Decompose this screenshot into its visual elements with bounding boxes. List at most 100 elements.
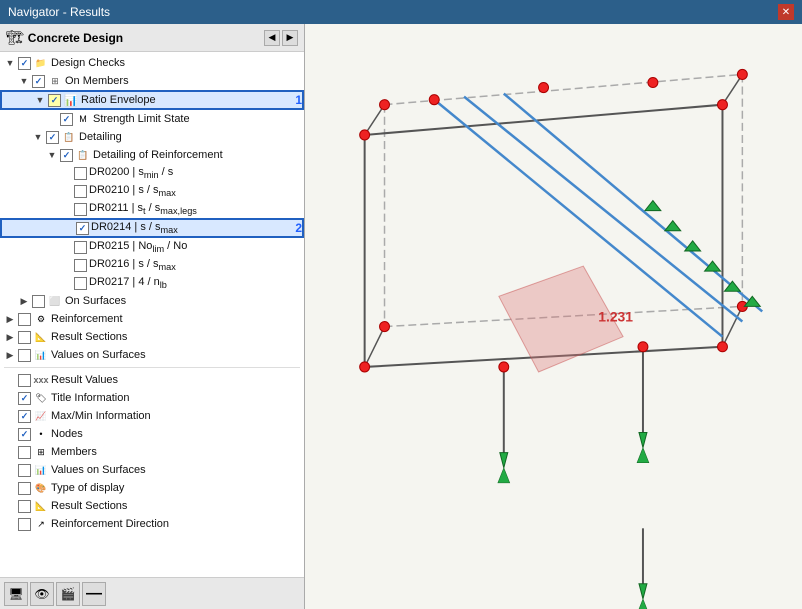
- expand-design-checks[interactable]: [4, 57, 16, 69]
- label-detailing: Detailing: [79, 131, 304, 143]
- tree-item-maxmin-info[interactable]: 📈 Max/Min Information: [0, 407, 304, 425]
- checkbox-reinf-direction[interactable]: [18, 518, 31, 531]
- checkbox-detailing[interactable]: [46, 131, 59, 144]
- expand-dr0217: [60, 277, 72, 289]
- tree-item-detailing[interactable]: 📋 Detailing: [0, 128, 304, 146]
- checkbox-on-surfaces[interactable]: [32, 295, 45, 308]
- checkbox-dr0215[interactable]: [74, 241, 87, 254]
- tree-item-nodes[interactable]: • Nodes: [0, 425, 304, 443]
- tree-item-on-surfaces[interactable]: ⬜ On Surfaces: [0, 292, 304, 310]
- checkbox-dr0210[interactable]: [74, 185, 87, 198]
- expand-detailing-reinf[interactable]: [46, 149, 58, 161]
- checkbox-values-surfaces2[interactable]: [18, 464, 31, 477]
- expand-dr0200: [60, 167, 72, 179]
- label-type-display: Type of display: [51, 482, 304, 494]
- expand-on-members[interactable]: [18, 75, 30, 87]
- label-result-sections: Result Sections: [51, 331, 304, 343]
- expand-members: [4, 446, 16, 458]
- tree-item-on-members[interactable]: ⊞ On Members: [0, 72, 304, 90]
- checkbox-values-surfaces[interactable]: [18, 349, 31, 362]
- tree-item-strength[interactable]: M Strength Limit State: [0, 110, 304, 128]
- tree-item-reinf-direction[interactable]: ↗ Reinforcement Direction: [0, 515, 304, 533]
- nodes-icon: •: [33, 427, 49, 441]
- label-dr0216: DR0216 | s / smax: [89, 258, 304, 272]
- tree-item-values-surfaces[interactable]: 📊 Values on Surfaces: [0, 346, 304, 364]
- checkbox-dr0200[interactable]: [74, 167, 87, 180]
- tree-item-dr0200[interactable]: DR0200 | smin / s: [0, 164, 304, 182]
- tree-item-dr0217[interactable]: DR0217 | 4 / nlb: [0, 274, 304, 292]
- checkbox-reinforcement[interactable]: [18, 313, 31, 326]
- tree-item-result-values[interactable]: xxx Result Values: [0, 371, 304, 389]
- label-on-members: On Members: [65, 75, 304, 87]
- expand-ratio-envelope[interactable]: [34, 94, 46, 106]
- checkbox-maxmin-info[interactable]: [18, 410, 31, 423]
- members2-icon: ⊞: [33, 445, 49, 459]
- checkbox-nodes[interactable]: [18, 428, 31, 441]
- checkbox-result-sections[interactable]: [18, 331, 31, 344]
- expand-maxmin-info: [4, 410, 16, 422]
- close-button[interactable]: ✕: [778, 4, 794, 20]
- values-surfaces2-icon: 📊: [33, 463, 49, 477]
- checkbox-title-info[interactable]: [18, 392, 31, 405]
- tree-item-type-display[interactable]: 🎨 Type of display: [0, 479, 304, 497]
- checkbox-strength[interactable]: [60, 113, 73, 126]
- values-surfaces-icon: 📊: [33, 348, 49, 362]
- strength-icon: M: [75, 112, 91, 126]
- toolbar-video-button[interactable]: 🎬: [56, 582, 80, 606]
- toolbar-line-button[interactable]: —: [82, 582, 106, 606]
- checkbox-result-values[interactable]: [18, 374, 31, 387]
- tree-item-values-surfaces2[interactable]: 📊 Values on Surfaces: [0, 461, 304, 479]
- detailing-icon: 📋: [61, 130, 77, 144]
- checkbox-dr0216[interactable]: [74, 259, 87, 272]
- label-reinforcement: Reinforcement: [51, 313, 304, 325]
- left-panel: 🏗 Concrete Design ◀ ▶ 📁 Design Checks ⊞: [0, 24, 305, 609]
- panel-header: 🏗 Concrete Design ◀ ▶: [0, 24, 304, 52]
- tree-item-result-sections2[interactable]: 📐 Result Sections: [0, 497, 304, 515]
- tree-item-result-sections[interactable]: 📐 Result Sections: [0, 328, 304, 346]
- checkbox-ratio-envelope[interactable]: [48, 94, 61, 107]
- checkbox-on-members[interactable]: [32, 75, 45, 88]
- tree-item-title-info[interactable]: 🏷 Title Information: [0, 389, 304, 407]
- checkbox-members[interactable]: [18, 446, 31, 459]
- checkbox-detailing-reinf[interactable]: [60, 149, 73, 162]
- expand-on-surfaces[interactable]: [18, 295, 30, 307]
- expand-reinforcement[interactable]: [4, 313, 16, 325]
- nav-back-button[interactable]: ◀: [264, 30, 280, 46]
- checkbox-type-display[interactable]: [18, 482, 31, 495]
- tree-container: 📁 Design Checks ⊞ On Members 📊 Ratio Env…: [0, 52, 304, 577]
- label-result-sections2: Result Sections: [51, 500, 304, 512]
- tree-item-dr0215[interactable]: DR0215 | Nolim / No: [0, 238, 304, 256]
- checkbox-dr0214[interactable]: [76, 222, 89, 235]
- label-dr0214: DR0214 | s / smax: [91, 221, 289, 235]
- tree-item-design-checks[interactable]: 📁 Design Checks: [0, 54, 304, 72]
- checkbox-dr0217[interactable]: [74, 277, 87, 290]
- label-values-surfaces2: Values on Surfaces: [51, 464, 304, 476]
- tree-item-ratio-envelope[interactable]: 📊 Ratio Envelope 1: [0, 90, 304, 110]
- expand-detailing[interactable]: [32, 131, 44, 143]
- tree-item-dr0216[interactable]: DR0216 | s / smax: [0, 256, 304, 274]
- tree-item-dr0211[interactable]: DR0211 | st / smax,legs: [0, 200, 304, 218]
- tree-item-members[interactable]: ⊞ Members: [0, 443, 304, 461]
- expand-dr0214: [62, 222, 74, 234]
- checkbox-result-sections2[interactable]: [18, 500, 31, 513]
- tree-item-detailing-reinf[interactable]: 📋 Detailing of Reinforcement: [0, 146, 304, 164]
- design-check-icon: 📊: [63, 93, 79, 107]
- expand-reinf-direction: [4, 518, 16, 530]
- label-reinf-direction: Reinforcement Direction: [51, 518, 304, 530]
- expand-result-sections[interactable]: [4, 331, 16, 343]
- tree-item-dr0210[interactable]: DR0210 | s / smax: [0, 182, 304, 200]
- checkbox-dr0211[interactable]: [74, 203, 87, 216]
- nav-forward-button[interactable]: ▶: [282, 30, 298, 46]
- title-bar: Navigator - Results ✕: [0, 0, 802, 24]
- checkbox-design-checks[interactable]: [18, 57, 31, 70]
- label-detailing-reinf: Detailing of Reinforcement: [93, 149, 304, 161]
- ratio-label: 1.231: [598, 308, 633, 324]
- toolbar-screen-button[interactable]: 🖥: [4, 582, 28, 606]
- tree-item-reinforcement[interactable]: ⚙ Reinforcement: [0, 310, 304, 328]
- 3d-view: 1.231: [305, 24, 802, 609]
- tree-item-dr0214[interactable]: DR0214 | s / smax 2: [0, 218, 304, 238]
- expand-values-surfaces[interactable]: [4, 349, 16, 361]
- title-bar-text: Navigator - Results: [8, 5, 110, 19]
- panel-header-label: Concrete Design: [28, 31, 123, 45]
- toolbar-view-button[interactable]: 👁: [30, 582, 54, 606]
